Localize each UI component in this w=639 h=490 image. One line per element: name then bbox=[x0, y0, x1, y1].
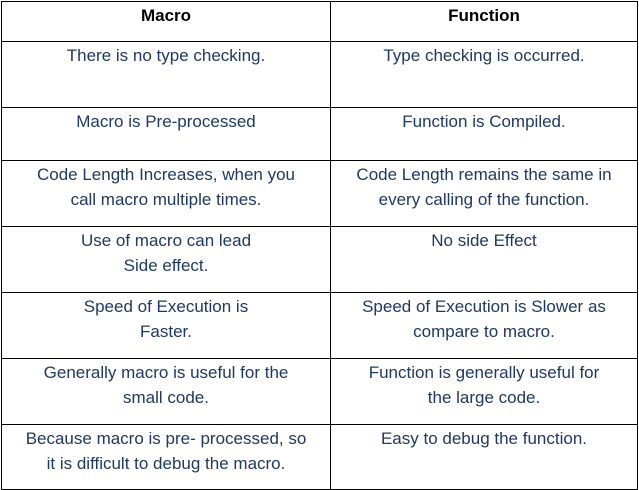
cell-line: Type checking is occurred. bbox=[383, 46, 585, 65]
header-function: Function bbox=[330, 1, 638, 42]
cell-line: No side Effect bbox=[431, 231, 537, 250]
cell-line: compare to macro. bbox=[413, 322, 555, 341]
header-row: Macro Function bbox=[1, 1, 638, 42]
macro-cell: Generally macro is useful for the small … bbox=[1, 358, 331, 425]
comparison-table: Macro Function There is no type checking… bbox=[1, 1, 638, 490]
table-row: Code Length Increases, when you call mac… bbox=[1, 160, 638, 227]
cell-line: Side effect. bbox=[123, 256, 209, 275]
header-macro: Macro bbox=[1, 1, 331, 42]
table-row: Use of macro can lead Side effect. No si… bbox=[1, 226, 638, 293]
cell-line: Function is generally useful for bbox=[368, 363, 600, 382]
cell-line: Code Length remains the same in bbox=[356, 165, 612, 184]
cell-line: Easy to debug the function. bbox=[380, 429, 588, 448]
macro-cell: Macro is Pre-processed bbox=[1, 107, 331, 161]
macro-cell: Use of macro can lead Side effect. bbox=[1, 226, 331, 293]
cell-line: it is difficult to debug the macro. bbox=[46, 454, 286, 473]
function-cell: Type checking is occurred. bbox=[330, 41, 638, 108]
cell-line: Function is Compiled. bbox=[402, 112, 566, 131]
cell-line: Use of macro can lead bbox=[80, 231, 252, 250]
table-body: There is no type checking. Type checking… bbox=[1, 41, 638, 490]
cell-line: Speed of Execution is Slower as bbox=[362, 297, 606, 316]
table-row: There is no type checking. Type checking… bbox=[1, 41, 638, 108]
table-row: Speed of Execution is Faster. Speed of E… bbox=[1, 292, 638, 359]
table-header: Macro Function bbox=[1, 1, 638, 42]
table-row: Because macro is pre- processed, so it i… bbox=[1, 424, 638, 490]
table-row: Macro is Pre-processed Function is Compi… bbox=[1, 107, 638, 161]
cell-line: small code. bbox=[123, 388, 209, 407]
cell-line: Faster. bbox=[140, 322, 192, 341]
cell-line: Code Length Increases, when you bbox=[36, 165, 295, 184]
cell-line: the large code. bbox=[427, 388, 541, 407]
function-cell: Easy to debug the function. bbox=[330, 424, 638, 490]
cell-line: Generally macro is useful for the bbox=[43, 363, 289, 382]
macro-cell: Speed of Execution is Faster. bbox=[1, 292, 331, 359]
cell-line: Speed of Execution is bbox=[83, 297, 249, 316]
function-cell: Function is generally useful for the lar… bbox=[330, 358, 638, 425]
macro-cell: Because macro is pre- processed, so it i… bbox=[1, 424, 331, 490]
function-cell: Code Length remains the same in every ca… bbox=[330, 160, 638, 227]
cell-line: There is no type checking. bbox=[66, 46, 266, 65]
cell-line: call macro multiple times. bbox=[70, 190, 262, 209]
function-cell: No side Effect bbox=[330, 226, 638, 293]
cell-line: every calling of the function. bbox=[378, 190, 590, 209]
table-row: Generally macro is useful for the small … bbox=[1, 358, 638, 425]
function-cell: Speed of Execution is Slower as compare … bbox=[330, 292, 638, 359]
cell-line: Macro is Pre-processed bbox=[76, 112, 256, 131]
macro-cell: There is no type checking. bbox=[1, 41, 331, 108]
macro-cell: Code Length Increases, when you call mac… bbox=[1, 160, 331, 227]
cell-line: Because macro is pre- processed, so bbox=[25, 429, 307, 448]
function-cell: Function is Compiled. bbox=[330, 107, 638, 161]
